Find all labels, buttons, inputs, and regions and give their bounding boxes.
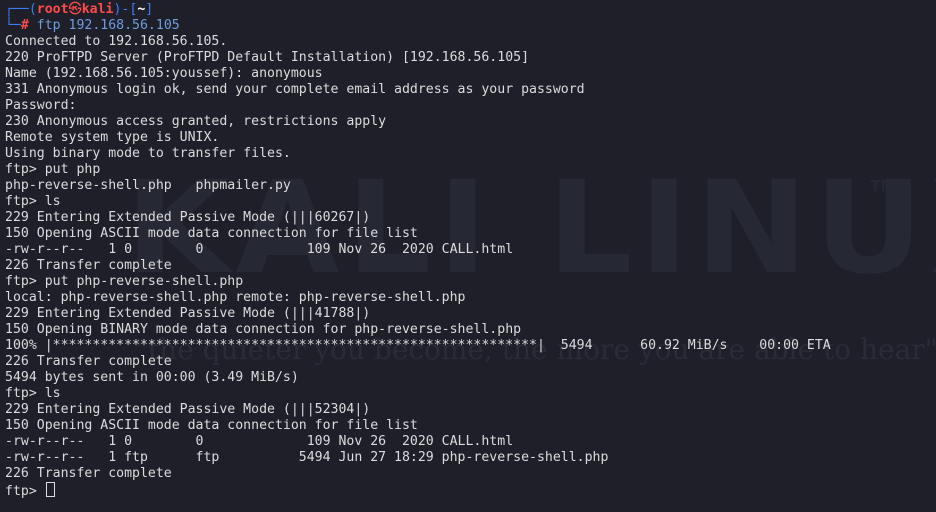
output-line: 220 ProFTPD Server (ProFTPD Default Inst…: [5, 50, 530, 65]
output-line: Connected to 192.168.56.105.: [5, 34, 228, 49]
output-line: 230 Anonymous access granted, restrictio…: [5, 114, 387, 129]
prompt-user: root: [36, 2, 69, 17]
prompt-close: ]: [145, 2, 154, 17]
output-line: 150 Opening BINARY mode data connection …: [5, 322, 522, 337]
ftp-prompt: ftp>: [5, 484, 45, 499]
output-line: -rw-r--r-- 1 ftp ftp 5494 Jun 27 18:29 p…: [5, 450, 609, 465]
output-line: -rw-r--r-- 1 0 0 109 Nov 26 2020 CALL.ht…: [5, 242, 514, 257]
output-line: ftp> ls: [5, 194, 61, 209]
output-line: Name (192.168.56.105:youssef): anonymous: [5, 66, 323, 81]
output-line: 331 Anonymous login ok, send your comple…: [5, 82, 585, 97]
output-line: Using binary mode to transfer files.: [5, 146, 291, 161]
prompt-frame-bottom: └─: [5, 18, 21, 33]
output-line: 5494 bytes sent in 00:00 (3.49 MiB/s): [5, 370, 299, 385]
prompt-header-line: ┌──(root㉿kali)-[~]: [5, 2, 936, 18]
output-line: 226 Transfer complete: [5, 466, 172, 481]
terminal-output: ┌──(root㉿kali)-[~] └─# ftp 192.168.56.10…: [5, 2, 936, 499]
prompt-command: ftp 192.168.56.105: [28, 18, 180, 33]
output-line: ftp> put php-reverse-shell.php: [5, 274, 244, 289]
output-line: ftp> ls: [5, 386, 61, 401]
output-line: 229 Entering Extended Passive Mode (|||6…: [5, 210, 371, 225]
output-line: 226 Transfer complete: [5, 354, 172, 369]
prompt-hash: #: [20, 18, 29, 33]
output-line: Remote system type is UNIX.: [5, 130, 220, 145]
output-line: 150 Opening ASCII mode data connection f…: [5, 418, 418, 433]
cursor-icon[interactable]: [45, 482, 55, 497]
output-line: 150 Opening ASCII mode data connection f…: [5, 226, 418, 241]
current-prompt-line[interactable]: ftp>: [5, 482, 936, 499]
output-line: ftp> put php: [5, 162, 101, 177]
output-line: 229 Entering Extended Passive Mode (|||4…: [5, 306, 371, 321]
prompt-separator: )-[: [113, 2, 138, 17]
output-line: 229 Entering Extended Passive Mode (|||5…: [5, 402, 371, 417]
prompt-frame: ┌──(: [5, 2, 37, 17]
output-line: Password:: [5, 98, 77, 113]
output-line: 226 Transfer complete: [5, 258, 172, 273]
progress-line: 100% |**********************************…: [5, 338, 831, 353]
prompt-command-line: └─# ftp 192.168.56.105: [5, 18, 936, 34]
output-line: -rw-r--r-- 1 0 0 109 Nov 26 2020 CALL.ht…: [5, 434, 514, 449]
prompt-host: kali: [81, 2, 114, 17]
skull-icon: ㉿: [68, 2, 82, 17]
output-line: php-reverse-shell.php phpmailer.py: [5, 178, 291, 193]
terminal-window[interactable]: KALI LINUX ™ "the quieter you become, th…: [0, 0, 936, 512]
output-line: local: php-reverse-shell.php remote: php…: [5, 290, 466, 305]
